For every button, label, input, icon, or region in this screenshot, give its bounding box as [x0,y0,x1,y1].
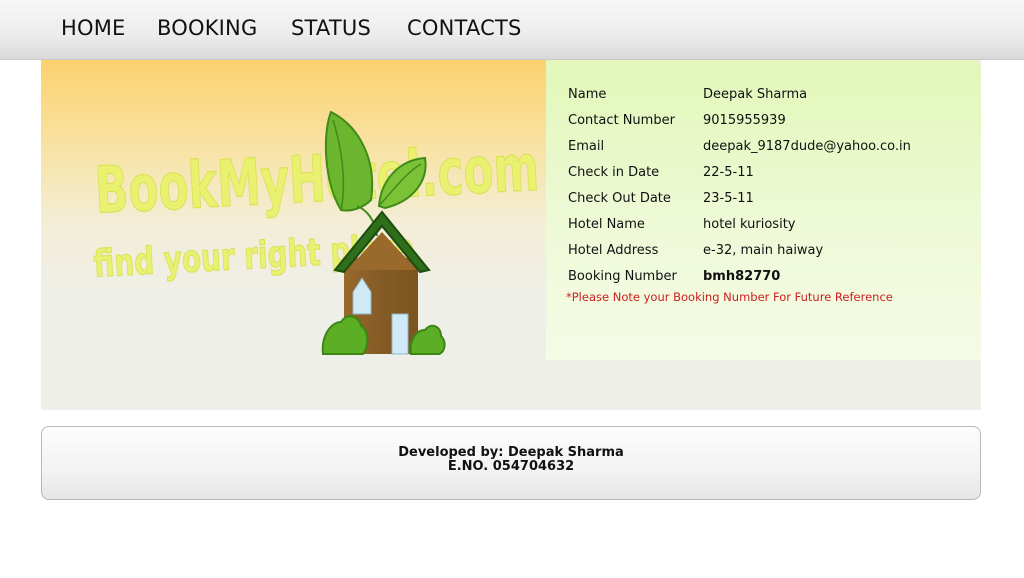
hotel-address-label: Hotel Address [568,243,659,258]
check-in-date-value: 22-5-11 [703,165,754,180]
detail-row-email: Email deepak_9187dude@yahoo.co.in [568,139,968,159]
name-label: Name [568,87,607,102]
detail-row-checkout: Check Out Date 23-5-11 [568,191,968,211]
nav-contacts-link[interactable]: CONTACTS [407,16,522,40]
check-out-date-value: 23-5-11 [703,191,754,206]
contact-number-label: Contact Number [568,113,675,128]
detail-row-name: Name Deepak Sharma [568,87,968,107]
email-label: Email [568,139,605,154]
contact-number-value: 9015955939 [703,113,786,128]
hotel-logo-banner: BookMyHotel.com find your right place [41,60,546,360]
hotel-name-label: Hotel Name [568,217,645,232]
detail-row-contact: Contact Number 9015955939 [568,113,968,133]
detail-row-checkin: Check in Date 22-5-11 [568,165,968,185]
developer-credit: Developed by: Deepak Sharma [398,445,624,460]
detail-row-hotel-name: Hotel Name hotel kuriosity [568,217,968,237]
nav-booking-link[interactable]: BOOKING [157,16,257,40]
main-content-panel: BookMyHotel.com find your right place Na… [41,60,981,410]
booking-number-label: Booking Number [568,269,677,284]
booking-number-note: *Please Note your Booking Number For Fut… [566,290,893,304]
name-value: Deepak Sharma [703,87,808,102]
check-in-date-label: Check in Date [568,165,660,180]
email-value: deepak_9187dude@yahoo.co.in [703,139,911,154]
booking-number-value: bmh82770 [703,269,781,284]
detail-row-booking-number: Booking Number bmh82770 [568,269,968,289]
bookmyhotel-logo: BookMyHotel.com find your right place [92,110,541,355]
nav-status-link[interactable]: STATUS [291,16,371,40]
top-nav-bar: HOME BOOKING STATUS CONTACTS [0,0,1024,60]
hotel-address-value: e-32, main haiway [703,243,824,258]
hotel-name-value: hotel kuriosity [703,217,796,232]
nav-home-link[interactable]: HOME [61,16,126,40]
check-out-date-label: Check Out Date [568,191,671,206]
detail-row-hotel-address: Hotel Address e-32, main haiway [568,243,968,263]
enrollment-number: E.NO. 054704632 [447,459,575,474]
svg-text:BookMyHotel.com: BookMyHotel.com [93,130,541,228]
booking-details-panel: Name Deepak Sharma Contact Number 901595… [546,60,981,360]
footer-panel: Developed by: Deepak Sharma E.NO. 054704… [41,426,981,500]
